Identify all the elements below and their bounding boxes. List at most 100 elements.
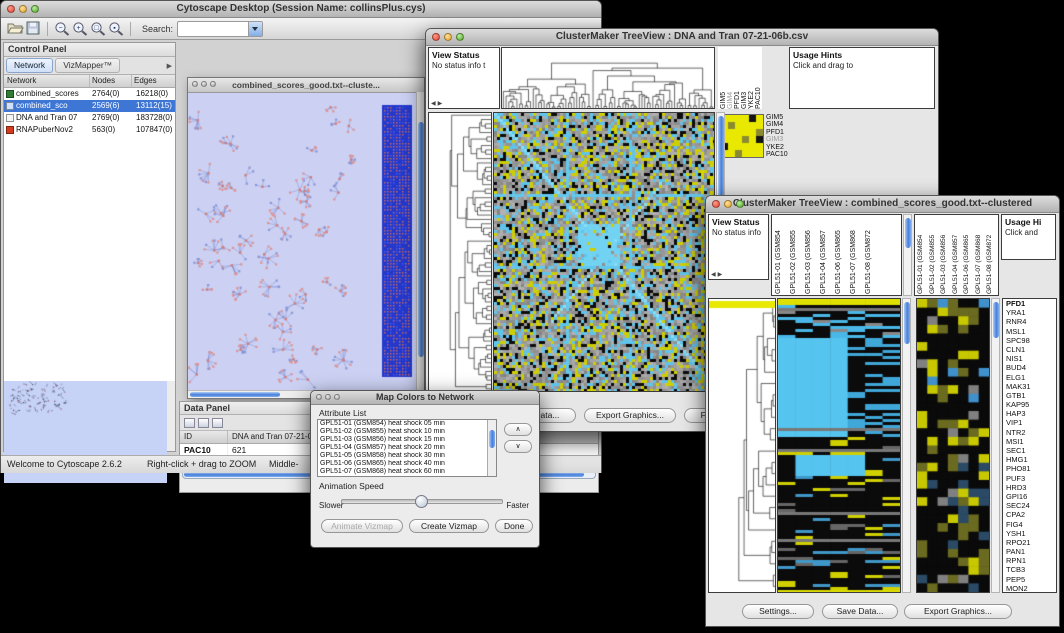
- treeview-button[interactable]: Export Graphics...: [904, 604, 1012, 619]
- zoom-out-icon[interactable]: −: [53, 21, 71, 37]
- grid-icon[interactable]: [198, 418, 209, 428]
- gene-item[interactable]: YRA1: [1006, 308, 1056, 317]
- minimize-icon[interactable]: [325, 394, 331, 400]
- slider-thumb[interactable]: [415, 495, 428, 508]
- scroll-thumb[interactable]: [718, 116, 724, 204]
- table-icon[interactable]: [184, 418, 195, 428]
- close-icon[interactable]: [432, 33, 440, 41]
- gene-item[interactable]: ELG1: [1006, 373, 1056, 382]
- secondary-heatmap-canvas[interactable]: [916, 298, 990, 593]
- zoom-fit-icon[interactable]: □: [89, 21, 107, 37]
- array-column-label[interactable]: GPL51-01 (GSM854: [917, 218, 929, 294]
- zoom-window-icon[interactable]: [736, 200, 744, 208]
- row-dendrogram[interactable]: [708, 298, 776, 593]
- minimize-icon[interactable]: [444, 33, 452, 41]
- attribute-item[interactable]: GPL51-06 (GSM865) heat shock 40 min: [318, 460, 496, 468]
- done-button[interactable]: Done: [495, 519, 533, 533]
- gene-item[interactable]: HMG1: [1006, 455, 1056, 464]
- close-icon[interactable]: [712, 200, 720, 208]
- gene-item[interactable]: MON2: [1006, 584, 1056, 593]
- gene-item[interactable]: RPO21: [1006, 538, 1056, 547]
- minimize-icon[interactable]: [19, 5, 27, 13]
- scroll-arrows-icon[interactable]: ◀▶: [431, 100, 444, 107]
- gene-item[interactable]: BUD4: [1006, 363, 1056, 372]
- gene-item[interactable]: SPC98: [1006, 336, 1056, 345]
- heatmap-canvas[interactable]: [777, 298, 901, 593]
- gene-item[interactable]: NTR2: [1006, 428, 1056, 437]
- gene-item[interactable]: GTB1: [1006, 391, 1056, 400]
- array-column-label[interactable]: GPL51-01 (GSM854: [775, 218, 790, 294]
- cytoscape-titlebar[interactable]: Cytoscape Desktop (Session Name: collins…: [1, 1, 601, 18]
- tab-vizmapper[interactable]: VizMapper™: [55, 58, 120, 73]
- gene-item[interactable]: VIP1: [1006, 418, 1056, 427]
- open-folder-icon[interactable]: [6, 21, 24, 37]
- array-column-label[interactable]: GPL51-07 (GSM868: [850, 218, 865, 294]
- gene-item[interactable]: SEC1: [1006, 446, 1056, 455]
- minimize-icon[interactable]: [724, 200, 732, 208]
- array-column-label[interactable]: GPL51-07 (GSM868: [975, 218, 987, 294]
- zoom-in-icon[interactable]: +: [71, 21, 89, 37]
- column-labels-scrollbar[interactable]: [903, 214, 912, 296]
- attribute-item[interactable]: GPL51-07 (GSM868) heat shock 60 min: [318, 468, 496, 476]
- create-vizmap-button[interactable]: Create Vizmap: [409, 519, 489, 533]
- network-row[interactable]: combined_sco2569(6)13112(15): [4, 100, 175, 112]
- scroll-arrows-icon[interactable]: ◀▶: [711, 271, 724, 278]
- array-column-label[interactable]: GPL51-02 (GSM855: [790, 218, 805, 294]
- secondary-vscrollbar[interactable]: [991, 298, 1000, 593]
- treeview-button[interactable]: Export Graphics...: [584, 408, 676, 423]
- array-column-label[interactable]: GPL51-03 (GSM856: [805, 218, 820, 294]
- scroll-thumb[interactable]: [993, 302, 999, 338]
- scroll-thumb[interactable]: [904, 302, 910, 344]
- heatmap-canvas[interactable]: [493, 112, 715, 392]
- treeview-dna-titlebar[interactable]: ClusterMaker TreeView : DNA and Tran 07-…: [426, 29, 938, 46]
- gene-item[interactable]: FIG4: [1006, 520, 1056, 529]
- network-row[interactable]: RNAPuberNov2563(0)107847(0): [4, 124, 175, 136]
- gene-item[interactable]: PEP5: [1006, 575, 1056, 584]
- close-icon[interactable]: [7, 5, 15, 13]
- attribute-list-scrollbar[interactable]: [487, 420, 496, 476]
- map-colors-titlebar[interactable]: Map Colors to Network: [311, 391, 539, 405]
- gene-item[interactable]: TCB3: [1006, 565, 1056, 574]
- gene-item[interactable]: HRD3: [1006, 483, 1056, 492]
- zoom-selected-icon[interactable]: ▪: [107, 21, 125, 37]
- zoom-window-icon[interactable]: [31, 5, 39, 13]
- gene-item[interactable]: CPA2: [1006, 510, 1056, 519]
- close-icon[interactable]: [316, 394, 322, 400]
- gene-item[interactable]: KAP95: [1006, 400, 1056, 409]
- gene-item[interactable]: PAN1: [1006, 547, 1056, 556]
- tab-network[interactable]: Network: [6, 58, 53, 73]
- treeview-combined-titlebar[interactable]: ClusterMaker TreeView : combined_scores_…: [706, 196, 1059, 213]
- animation-speed-slider[interactable]: [341, 495, 501, 505]
- array-column-label[interactable]: GPL51-02 (GSM855: [929, 218, 941, 294]
- network-vscrollbar[interactable]: [416, 92, 424, 390]
- save-icon[interactable]: [24, 21, 42, 37]
- network-view-titlebar[interactable]: combined_scores_good.txt--cluste...: [188, 78, 424, 93]
- search-combobox[interactable]: [177, 21, 263, 37]
- attribute-list[interactable]: GPL51-01 (GSM854) heat shock 05 minGPL51…: [317, 419, 497, 477]
- array-column-label[interactable]: GPL51-03 (GSM856: [940, 218, 952, 294]
- gene-item[interactable]: GPI16: [1006, 492, 1056, 501]
- attribute-item[interactable]: GPL51-03 (GSM856) heat shock 15 min: [318, 436, 496, 444]
- gene-item[interactable]: RNR4: [1006, 317, 1056, 326]
- tab-overflow-icon[interactable]: ▶: [167, 62, 172, 70]
- array-column-label[interactable]: GPL51-04 (GSM857: [952, 218, 964, 294]
- array-column-label[interactable]: GPL51-06 (GSM865: [835, 218, 850, 294]
- gene-item[interactable]: YSH1: [1006, 529, 1056, 538]
- heatmap-vscrollbar[interactable]: [902, 298, 911, 593]
- treeview-button[interactable]: Settings...: [742, 604, 814, 619]
- gene-item[interactable]: PFD1: [1006, 299, 1056, 308]
- attribute-item[interactable]: GPL51-01 (GSM854) heat shock 05 min: [318, 420, 496, 428]
- gene-item[interactable]: RPN1: [1006, 556, 1056, 565]
- array-column-label[interactable]: GPL51-06 (GSM865: [963, 218, 975, 294]
- network-row[interactable]: DNA and Tran 072769(0)183728(0): [4, 112, 175, 124]
- scroll-thumb[interactable]: [190, 392, 280, 397]
- gene-item[interactable]: MSI1: [1006, 437, 1056, 446]
- network-canvas[interactable]: [188, 93, 416, 391]
- gene-item[interactable]: HAP3: [1006, 409, 1056, 418]
- array-column-label[interactable]: GPL51-08 (GSM872: [865, 218, 880, 294]
- attribute-item[interactable]: GPL51-02 (GSM855) heat shock 10 min: [318, 428, 496, 436]
- array-column-label[interactable]: GPL51-08 (GSM872: [986, 218, 998, 294]
- treeview-button[interactable]: Save Data...: [822, 604, 898, 619]
- gene-item[interactable]: MAK31: [1006, 382, 1056, 391]
- gene-item[interactable]: MSL1: [1006, 327, 1056, 336]
